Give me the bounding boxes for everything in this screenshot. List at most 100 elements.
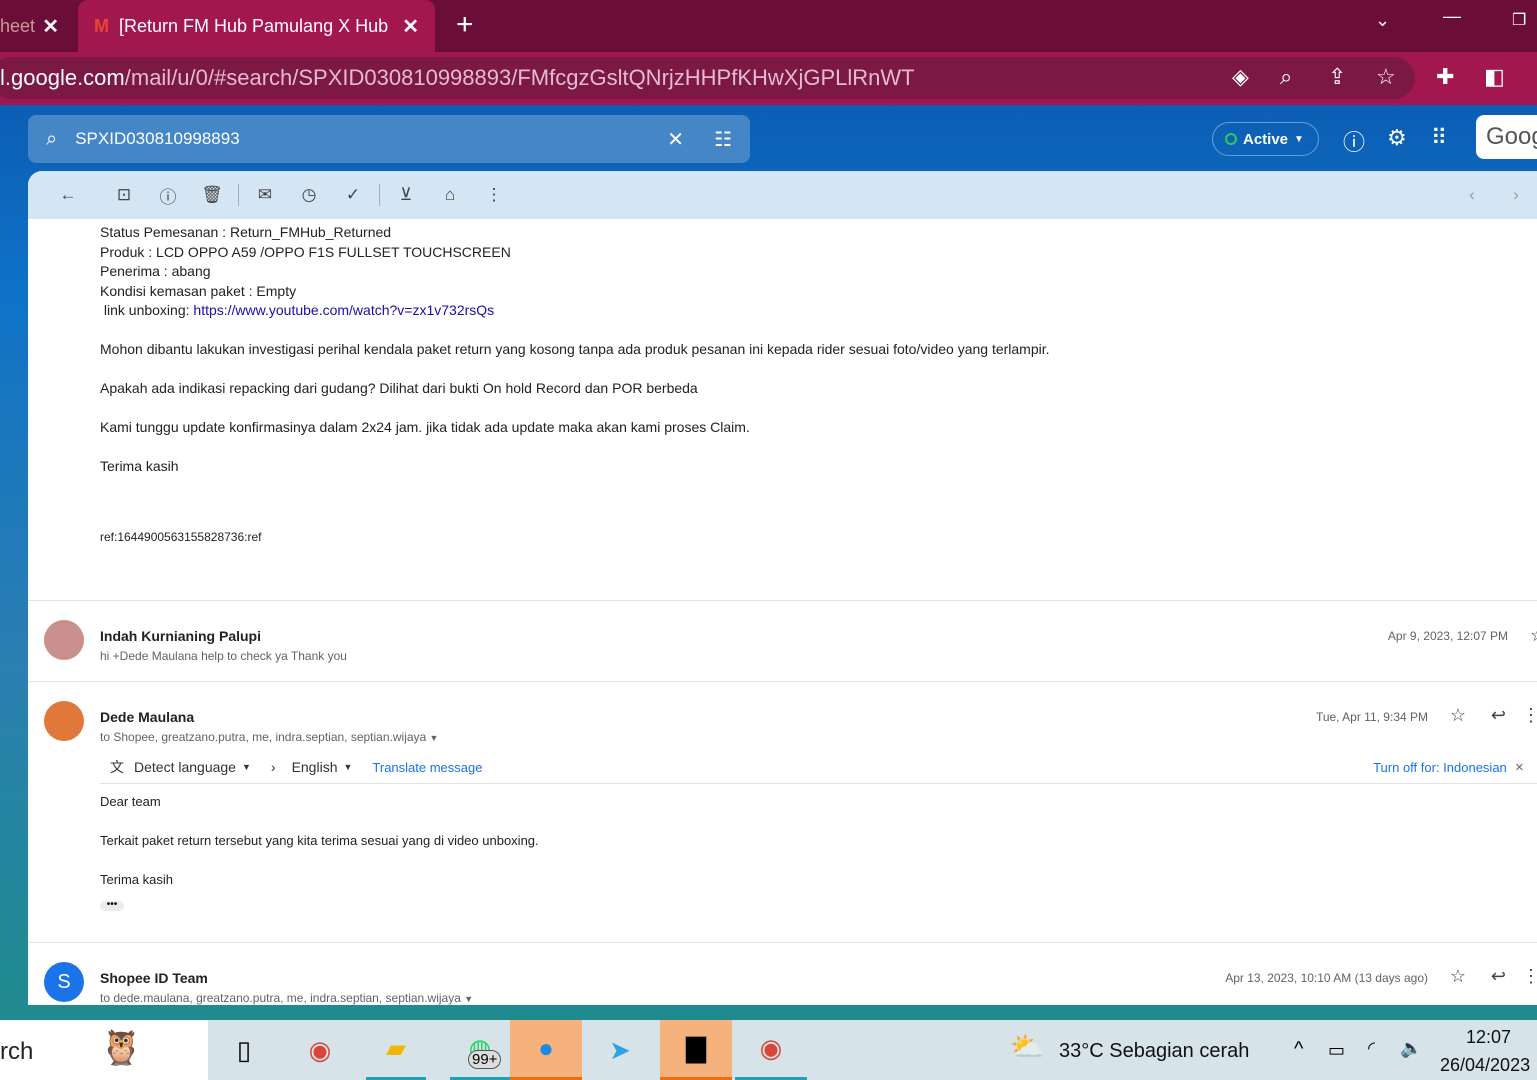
ref-code: ref:1644900563155828736:ref: [100, 530, 262, 544]
star-icon[interactable]: ☆: [1450, 705, 1466, 726]
message-date: Apr 13, 2023, 10:10 AM (13 days ago): [1225, 971, 1428, 985]
message-date: Apr 9, 2023, 12:07 PM: [1387, 629, 1508, 643]
show-details-icon[interactable]: ▼: [464, 994, 473, 1004]
sender-name[interactable]: Dede Maulana: [100, 709, 194, 725]
extensions-puzzle-icon[interactable]: ✚: [1436, 64, 1454, 90]
report-spam-icon[interactable]: ⓘ: [146, 183, 190, 208]
status-dropdown[interactable]: Active ▼: [1212, 122, 1319, 156]
owl-icon: 🦉: [100, 1029, 143, 1067]
message-snippet[interactable]: hi +Dede Maulana help to check ya Thank …: [100, 649, 347, 663]
reply-icon[interactable]: ↩: [1491, 705, 1506, 726]
back-arrow-icon[interactable]: ←: [46, 185, 90, 205]
notification-badge: 99+: [468, 1050, 502, 1069]
close-icon[interactable]: ✕: [42, 14, 59, 39]
divider: [28, 681, 1537, 682]
move-to-icon[interactable]: ⊻: [384, 185, 428, 205]
minimize-button[interactable]: —: [1443, 6, 1461, 27]
add-task-icon[interactable]: ✓: [331, 185, 375, 205]
tab-gmail[interactable]: M [Return FM Hub Pamulang X Hub ✕: [78, 0, 435, 52]
body-paragraph: Kami tunggu update konfirmasinya dalam 2…: [100, 419, 750, 435]
apps-grid-icon[interactable]: ⠿: [1431, 125, 1447, 151]
divider: [28, 942, 1537, 943]
star-icon[interactable]: ☆: [1450, 966, 1466, 987]
avatar[interactable]: [44, 620, 84, 660]
chrome-icon[interactable]: ◉: [284, 1020, 356, 1080]
sticky-notes-icon[interactable]: ▇: [660, 1020, 732, 1080]
restore-button[interactable]: ❐: [1512, 10, 1526, 30]
gmail-app: ⌕ SPXID030810998893 ✕ ☷ Active ▼ ⓘ ⚙ ⠿ Go…: [0, 105, 1537, 1020]
mark-unread-icon[interactable]: ✉: [243, 185, 287, 205]
message-toolbar: ← ⊡ ⓘ 🗑 ✉ ◷ ✓ ⊻ ⌂ ⋮ ‹ ›: [28, 171, 1537, 219]
translate-bar: 文 Detect language ▼ › English ▼ Translate …: [100, 751, 1537, 784]
body-paragraph: Terkait paket return tersebut yang kita …: [100, 833, 539, 848]
zoom-icon[interactable]: ⌕: [1280, 64, 1292, 90]
extension-icon[interactable]: ◈: [1232, 64, 1249, 90]
next-icon[interactable]: ›: [1494, 185, 1537, 205]
avatar[interactable]: [44, 701, 84, 741]
body-paragraph: Terima kasih: [100, 458, 179, 474]
chrome-profile-icon[interactable]: ◉: [735, 1020, 807, 1080]
url-field[interactable]: l.google.com/mail/u/0/#search/SPXID03081…: [0, 57, 1415, 99]
search-input[interactable]: SPXID030810998893: [75, 129, 239, 149]
chevron-up-icon[interactable]: ^: [1294, 1038, 1303, 1061]
wifi-icon[interactable]: ◜: [1368, 1038, 1375, 1059]
search-icon[interactable]: ⌕: [46, 128, 57, 151]
body-paragraph: Terima kasih: [100, 872, 173, 887]
prev-icon[interactable]: ‹: [1450, 185, 1494, 205]
divider: [379, 184, 380, 206]
clear-search-icon[interactable]: ✕: [667, 127, 684, 152]
reply-icon[interactable]: ↩: [1491, 966, 1506, 987]
gmail-icon: M: [94, 15, 109, 36]
show-details-icon[interactable]: ▼: [430, 733, 439, 743]
close-icon[interactable]: ✕: [1515, 761, 1524, 774]
close-icon[interactable]: ✕: [402, 14, 419, 39]
body-line: Penerima : abang: [100, 263, 211, 279]
settings-gear-icon[interactable]: ⚙: [1387, 125, 1407, 151]
target-language-dropdown[interactable]: English: [292, 759, 338, 775]
taskbar: rch 🦉 ▯ ◉ ▰ ◍ 99+ ● ➤ ▇ ◉ ⛅ 33°C Sebagian …: [0, 1020, 1537, 1080]
search-bar[interactable]: ⌕ SPXID030810998893 ✕ ☷: [28, 115, 750, 163]
unboxing-link[interactable]: https://www.youtube.com/watch?v=zx1v732r…: [193, 302, 494, 318]
new-tab-button[interactable]: +: [456, 8, 474, 42]
taskbar-search[interactable]: rch 🦉: [0, 1020, 208, 1080]
label-icon[interactable]: ⌂: [428, 185, 472, 205]
turn-off-translate-link[interactable]: Turn off for: Indonesian: [1373, 760, 1507, 775]
clock-date[interactable]: 26/04/2023: [1440, 1055, 1530, 1076]
volume-icon[interactable]: 🔈: [1400, 1038, 1422, 1059]
more-vert-icon[interactable]: ⋮: [1522, 705, 1537, 726]
tab-title: [Return FM Hub Pamulang X Hub: [119, 15, 389, 36]
tab-sheet[interactable]: heet ✕: [0, 0, 75, 52]
archive-icon[interactable]: ⊡: [102, 185, 146, 205]
google-logo[interactable]: Goog: [1476, 115, 1537, 159]
delete-icon[interactable]: 🗑: [190, 185, 234, 205]
recipients: to Shopee, greatzano.putra, me, indra.se…: [100, 730, 427, 744]
file-explorer-icon[interactable]: ▰: [366, 1020, 426, 1080]
search-label: rch: [0, 1038, 34, 1065]
divider: [238, 184, 239, 206]
battery-icon[interactable]: ▭: [1328, 1040, 1345, 1061]
tab-search-icon[interactable]: ⌄: [1375, 10, 1390, 31]
sender-name[interactable]: Shopee ID Team: [100, 970, 208, 986]
translate-message-link[interactable]: Translate message: [372, 760, 482, 775]
task-view-icon[interactable]: ▯: [208, 1020, 280, 1080]
sender-name[interactable]: Indah Kurnianing Palupi: [100, 628, 261, 644]
snooze-clock-icon[interactable]: ◷: [287, 185, 331, 205]
avatar[interactable]: S: [44, 962, 84, 1002]
divider: [28, 600, 1537, 601]
help-icon[interactable]: ⓘ: [1343, 125, 1365, 157]
messenger-icon[interactable]: ●: [510, 1020, 582, 1080]
side-panel-icon[interactable]: ◧: [1484, 64, 1505, 90]
clock-time[interactable]: 12:07: [1466, 1027, 1511, 1048]
telegram-icon[interactable]: ➤: [584, 1020, 656, 1080]
bookmark-star-icon[interactable]: ☆: [1376, 64, 1396, 90]
star-icon[interactable]: ☆: [1530, 625, 1537, 646]
whatsapp-icon[interactable]: ◍ 99+: [450, 1020, 510, 1080]
detect-language-dropdown[interactable]: Detect language: [134, 759, 236, 775]
weather-text[interactable]: 33°C Sebagian cerah: [1059, 1040, 1249, 1063]
share-icon[interactable]: ⇪: [1328, 64, 1346, 90]
more-vert-icon[interactable]: ⋮: [1522, 966, 1537, 987]
more-vert-icon[interactable]: ⋮: [472, 185, 516, 205]
search-options-icon[interactable]: ☷: [714, 127, 732, 152]
email-body-1: Status Pemesanan : Return_FMHub_Returned…: [100, 223, 511, 321]
show-trimmed-content-button[interactable]: •••: [100, 900, 124, 911]
